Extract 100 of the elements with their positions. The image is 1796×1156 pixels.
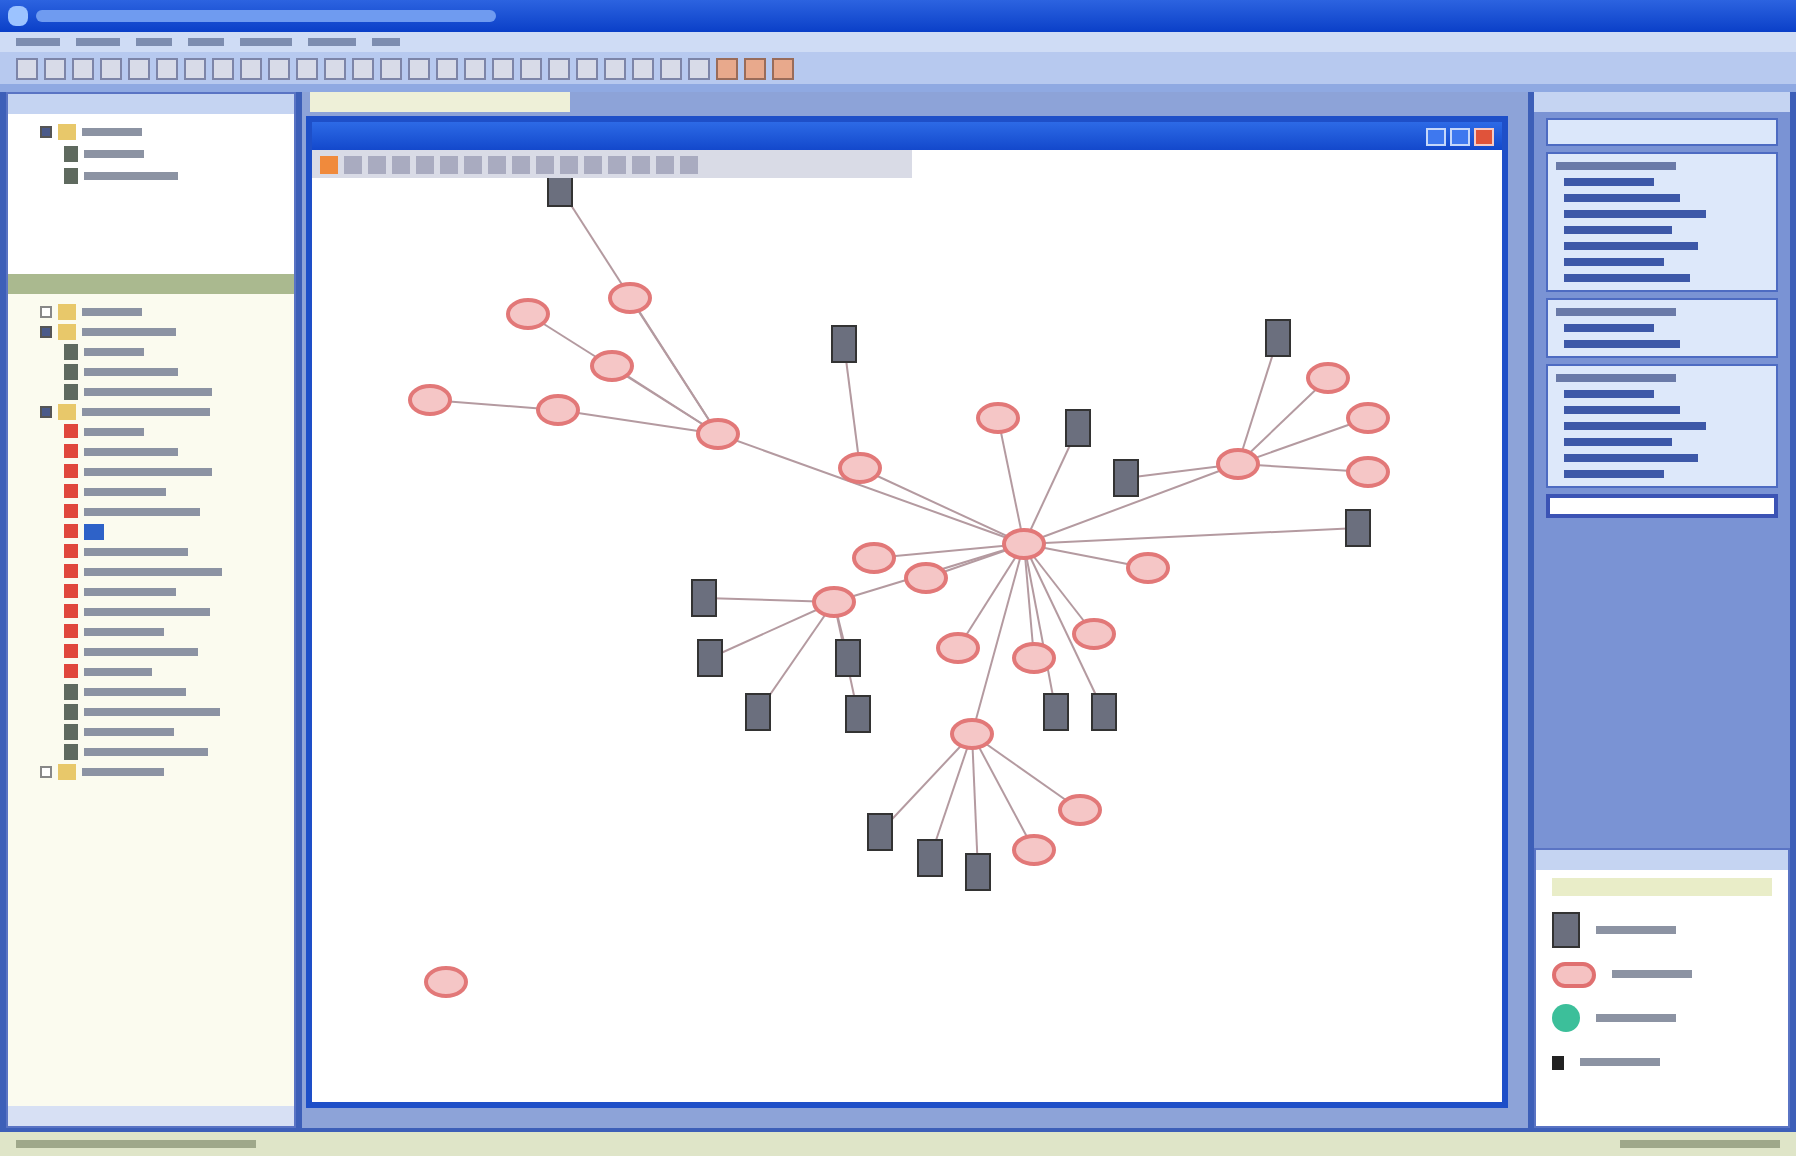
toolbar-button[interactable]	[212, 57, 234, 79]
search-field[interactable]	[1546, 118, 1778, 146]
entity-node[interactable]	[1346, 456, 1390, 488]
toolbar-button[interactable]	[632, 57, 654, 79]
illegible-label[interactable]	[84, 707, 220, 715]
illegible-label[interactable]	[84, 171, 178, 179]
illegible-label[interactable]	[84, 387, 212, 395]
toolbar-button[interactable]	[576, 57, 598, 79]
entity-node[interactable]	[1012, 642, 1056, 674]
scroll-bar[interactable]	[8, 1106, 294, 1126]
illegible-label[interactable]	[84, 587, 176, 595]
entity-node[interactable]	[590, 350, 634, 382]
toolbar-button[interactable]	[716, 57, 738, 79]
toolbar-button[interactable]	[408, 57, 430, 79]
entity-node[interactable]	[424, 966, 468, 998]
toolbar-button[interactable]	[268, 57, 290, 79]
expander-icon[interactable]	[40, 305, 52, 317]
maximize-button[interactable]	[1450, 127, 1470, 145]
entity-node[interactable]	[852, 542, 896, 574]
document-node[interactable]	[867, 813, 893, 851]
document-node[interactable]	[697, 639, 723, 677]
illegible-label[interactable]	[82, 327, 176, 335]
entity-node[interactable]	[1072, 618, 1116, 650]
illegible-label[interactable]	[84, 427, 144, 435]
toolbar-button[interactable]	[156, 57, 178, 79]
document-node[interactable]	[691, 579, 717, 617]
illegible-label[interactable]	[84, 149, 144, 157]
illegible-label[interactable]	[84, 347, 144, 355]
toolbar-button[interactable]	[492, 57, 514, 79]
entity-node[interactable]	[1058, 794, 1102, 826]
illegible-label[interactable]	[84, 367, 178, 375]
input-field[interactable]	[1546, 494, 1778, 518]
document-node[interactable]	[917, 839, 943, 877]
selected-tree-item[interactable]	[84, 523, 104, 539]
entity-node[interactable]	[1002, 528, 1046, 560]
illegible-label[interactable]	[84, 667, 152, 675]
toolbar-button[interactable]	[772, 57, 794, 79]
illegible-label[interactable]	[84, 487, 166, 495]
toolbar-button[interactable]	[604, 57, 626, 79]
document-node[interactable]	[1265, 319, 1291, 357]
toolbar-button[interactable]	[352, 57, 374, 79]
illegible-label[interactable]	[84, 627, 164, 635]
entity-node[interactable]	[1346, 402, 1390, 434]
toolbar-button[interactable]	[240, 57, 262, 79]
toolbar-button[interactable]	[380, 57, 402, 79]
toolbar-button[interactable]	[548, 57, 570, 79]
illegible-label[interactable]	[84, 747, 208, 755]
toolbar-button[interactable]	[324, 57, 346, 79]
toolbar-button[interactable]	[660, 57, 682, 79]
entity-node[interactable]	[976, 402, 1020, 434]
toolbar-button[interactable]	[744, 57, 766, 79]
entity-node[interactable]	[696, 418, 740, 450]
toolbar-button[interactable]	[44, 57, 66, 79]
illegible-label[interactable]	[84, 647, 198, 655]
close-button[interactable]	[1474, 127, 1494, 145]
toolbar-button[interactable]	[72, 57, 94, 79]
illegible-label[interactable]	[82, 307, 142, 315]
entity-node[interactable]	[838, 452, 882, 484]
toolbar-button[interactable]	[688, 57, 710, 79]
toolbar-button[interactable]	[296, 57, 318, 79]
entity-node[interactable]	[1012, 834, 1056, 866]
document-node[interactable]	[1345, 509, 1371, 547]
entity-node[interactable]	[950, 718, 994, 750]
entity-node[interactable]	[1306, 362, 1350, 394]
toolbar-button[interactable]	[436, 57, 458, 79]
toolbar-button[interactable]	[128, 57, 150, 79]
illegible-label[interactable]	[84, 687, 186, 695]
toolbar-button[interactable]	[184, 57, 206, 79]
document-node[interactable]	[1113, 459, 1139, 497]
entity-node[interactable]	[536, 394, 580, 426]
expander-icon[interactable]	[40, 125, 52, 137]
illegible-label[interactable]	[84, 567, 222, 575]
entity-node[interactable]	[608, 282, 652, 314]
document-node[interactable]	[1065, 409, 1091, 447]
document-node[interactable]	[831, 325, 857, 363]
entity-node[interactable]	[408, 384, 452, 416]
toolbar-button[interactable]	[464, 57, 486, 79]
entity-node[interactable]	[936, 632, 980, 664]
illegible-label[interactable]	[82, 127, 142, 135]
entity-node[interactable]	[812, 586, 856, 618]
document-node[interactable]	[1043, 693, 1069, 731]
illegible-label[interactable]	[84, 727, 174, 735]
toolbar-button[interactable]	[16, 57, 38, 79]
illegible-label[interactable]	[84, 607, 210, 615]
document-node[interactable]	[547, 178, 573, 207]
illegible-label[interactable]	[84, 447, 178, 455]
toolbar-button[interactable]	[100, 57, 122, 79]
entity-node[interactable]	[506, 298, 550, 330]
document-node[interactable]	[835, 639, 861, 677]
illegible-label[interactable]	[84, 547, 188, 555]
document-node[interactable]	[1091, 693, 1117, 731]
document-node[interactable]	[745, 693, 771, 731]
expander-icon[interactable]	[40, 765, 52, 777]
illegible-label[interactable]	[84, 507, 200, 515]
illegible-label[interactable]	[84, 467, 212, 475]
minimize-button[interactable]	[1426, 127, 1446, 145]
expander-icon[interactable]	[40, 325, 52, 337]
entity-node[interactable]	[904, 562, 948, 594]
document-node[interactable]	[845, 695, 871, 733]
illegible-label[interactable]	[82, 407, 210, 415]
